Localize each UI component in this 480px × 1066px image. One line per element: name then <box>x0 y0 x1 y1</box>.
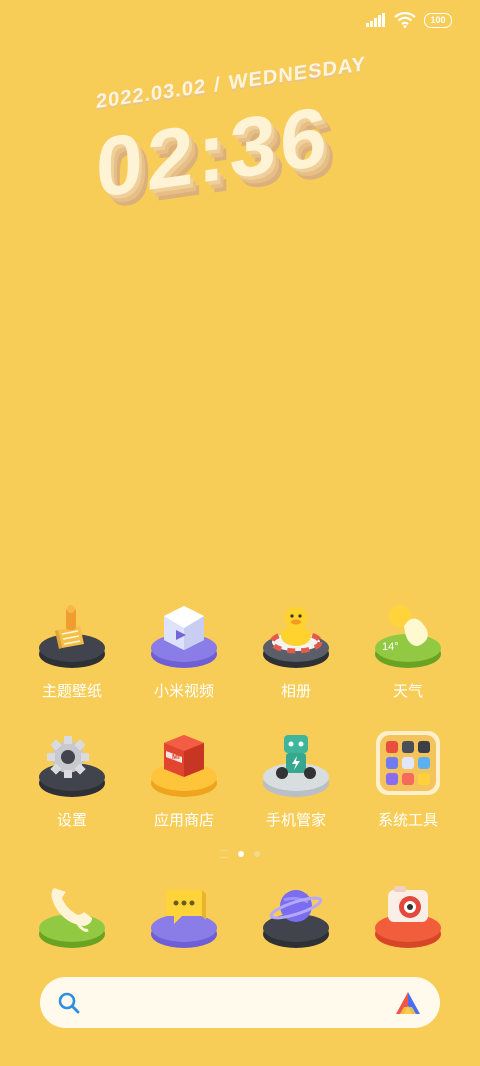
app-store[interactable]: MI 应用商店 <box>128 729 240 830</box>
app-gallery[interactable]: 相册 <box>240 600 352 701</box>
search-bar[interactable] <box>40 977 440 1028</box>
app-theme-wallpaper[interactable]: 主题壁纸 <box>16 600 128 701</box>
app-weather[interactable]: 14° 天气 <box>352 600 464 701</box>
app-security[interactable]: 手机管家 <box>240 729 352 830</box>
dock-browser[interactable] <box>240 880 352 954</box>
messages-icon <box>151 890 217 948</box>
battery-indicator: 100 <box>424 12 452 28</box>
status-bar: 100 <box>366 12 452 28</box>
phone-icon <box>39 888 105 948</box>
dock-camera[interactable] <box>352 880 464 954</box>
app-label: 主题壁纸 <box>41 683 102 700</box>
app-label: 设置 <box>56 812 87 829</box>
gallery-duck-icon <box>263 607 329 668</box>
app-label: 手机管家 <box>265 812 326 829</box>
app-store-icon: MI <box>151 735 217 797</box>
dock-phone[interactable] <box>16 880 128 954</box>
settings-gear-icon <box>39 736 105 797</box>
app-grid: 主题壁纸 小米视频 相册 14° 天气 设置 MI 应用商店 手机管家 系统工具 <box>16 600 464 830</box>
app-mi-video[interactable]: 小米视频 <box>128 600 240 701</box>
app-settings[interactable]: 设置 <box>16 729 128 830</box>
app-label: 天气 <box>392 683 423 700</box>
app-label: 系统工具 <box>377 812 438 829</box>
page-indicator-menu-icon <box>220 850 228 858</box>
dock-messages[interactable] <box>128 880 240 954</box>
security-robot-icon <box>263 735 329 797</box>
weather-icon: 14° <box>375 605 441 668</box>
video-icon <box>151 606 217 668</box>
svg-text:MI: MI <box>172 754 180 761</box>
system-tools-folder-icon <box>376 731 440 795</box>
page-indicator[interactable] <box>0 850 480 858</box>
page-dot-active <box>238 851 244 857</box>
app-system-tools-folder[interactable]: 系统工具 <box>352 729 464 830</box>
assistant-logo-icon[interactable] <box>394 990 422 1016</box>
app-label: 应用商店 <box>153 812 214 829</box>
clock-widget[interactable]: 2022.03.02/WEDNESDAY 02:36 <box>96 49 396 301</box>
camera-icon <box>375 886 441 948</box>
svg-text:14°: 14° <box>382 641 399 653</box>
app-label: 相册 <box>280 683 311 700</box>
dock <box>16 880 464 954</box>
signal-icon <box>366 13 385 27</box>
browser-planet-icon <box>263 890 329 948</box>
page-dot <box>254 851 260 857</box>
theme-wallpaper-icon <box>39 605 105 668</box>
app-label: 小米视频 <box>153 683 214 700</box>
wifi-icon <box>394 12 416 28</box>
search-icon[interactable] <box>58 992 80 1014</box>
